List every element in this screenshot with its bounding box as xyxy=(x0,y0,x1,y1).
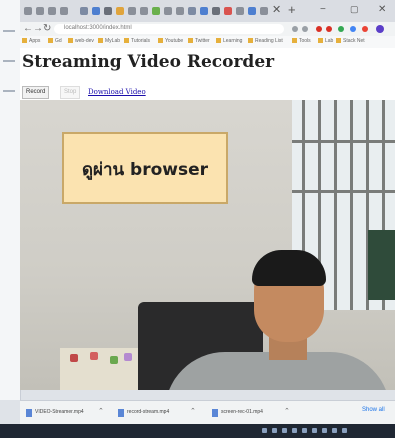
url-text: localhost:3000/index.html xyxy=(64,25,132,31)
tray-icon[interactable] xyxy=(342,428,347,433)
tray-icon[interactable] xyxy=(322,428,327,433)
download-item[interactable]: screen-rec-01.mp4 ⌃ xyxy=(212,407,292,419)
chevron-up-icon[interactable]: ⌃ xyxy=(98,407,104,415)
download-filename: record-stream.mp4 xyxy=(127,409,170,415)
stop-button[interactable]: Stop xyxy=(60,86,81,99)
tray-icon[interactable] xyxy=(282,428,287,433)
tab-favicon-icon[interactable] xyxy=(224,7,232,15)
extension-icon[interactable] xyxy=(350,26,356,32)
window-bar xyxy=(292,190,395,193)
tray-icon[interactable] xyxy=(272,428,277,433)
tab-favicon-icon[interactable] xyxy=(176,7,184,15)
window-maximize-icon[interactable]: ▢ xyxy=(350,4,359,15)
reload-icon[interactable]: ↻ xyxy=(43,22,51,36)
extension-icon[interactable] xyxy=(362,26,368,32)
extension-icon[interactable] xyxy=(292,26,298,32)
tray-icon[interactable] xyxy=(332,428,337,433)
url-input[interactable]: localhost:3000/index.html xyxy=(54,24,284,34)
shelf-item xyxy=(124,353,132,361)
tab-favicon-icon[interactable] xyxy=(152,7,160,15)
tab-favicon-icon[interactable] xyxy=(188,7,196,15)
bookmark-item[interactable]: Apps xyxy=(22,38,40,46)
tab-favicon-icon[interactable] xyxy=(140,7,148,15)
background-shelf xyxy=(60,348,138,390)
record-button[interactable]: Record xyxy=(22,86,50,99)
tab-favicon-icon[interactable] xyxy=(60,7,68,15)
page-title: Streaming Video Recorder xyxy=(22,52,275,72)
background-window-line xyxy=(3,60,15,62)
download-filename: screen-rec-01.mp4 xyxy=(221,409,263,415)
file-icon xyxy=(26,409,32,417)
bookmark-item[interactable]: Stack Net xyxy=(336,38,365,46)
background-plant xyxy=(368,230,395,300)
bookmark-item[interactable]: web-dev xyxy=(68,38,94,46)
tab-favicon-icon[interactable] xyxy=(80,7,88,15)
tab-favicon-icon[interactable] xyxy=(200,7,208,15)
download-item[interactable]: VIDEO-Streamer.mp4 ⌃ xyxy=(26,407,106,419)
file-icon xyxy=(118,409,124,417)
shelf-item xyxy=(70,354,78,362)
window-bar xyxy=(350,100,353,310)
bookmark-item[interactable]: Reading List xyxy=(248,38,283,46)
file-icon xyxy=(212,409,218,417)
tab-strip: ✕ + − ▢ ✕ xyxy=(20,0,395,22)
window-bar xyxy=(334,100,337,310)
extension-icon[interactable] xyxy=(326,26,332,32)
web-page: Streaming Video Recorder Record Stop Dow… xyxy=(20,48,395,390)
tab-favicon-icon[interactable] xyxy=(236,7,244,15)
address-bar-row: ← → ↻ localhost:3000/index.html xyxy=(20,22,395,36)
overlay-caption: ดูผ่าน browser xyxy=(81,160,209,180)
tab-favicon-icon[interactable] xyxy=(212,7,220,15)
bookmark-item[interactable]: Youtube xyxy=(158,38,183,46)
profile-avatar-icon[interactable] xyxy=(376,25,384,33)
bookmark-item[interactable]: Tools xyxy=(292,38,311,46)
download-item[interactable]: record-stream.mp4 ⌃ xyxy=(118,407,198,419)
tray-icon[interactable] xyxy=(262,428,267,433)
bookmark-item[interactable]: MyLab xyxy=(98,38,120,46)
background-window xyxy=(0,0,21,400)
shelf-item xyxy=(110,356,118,364)
tab-favicon-icon[interactable] xyxy=(248,7,256,15)
chevron-up-icon[interactable]: ⌃ xyxy=(190,407,196,415)
window-bar xyxy=(292,140,395,143)
downloads-bar: VIDEO-Streamer.mp4 ⌃ record-stream.mp4 ⌃… xyxy=(20,400,395,425)
tray-icon[interactable] xyxy=(302,428,307,433)
os-taskbar xyxy=(0,424,395,438)
background-window-line xyxy=(3,90,15,92)
tab-favicon-icon[interactable] xyxy=(260,7,268,15)
new-tab-icon[interactable]: + xyxy=(288,2,296,17)
bookmark-item[interactable]: Learning xyxy=(216,38,242,46)
tab-favicon-icon[interactable] xyxy=(24,7,32,15)
back-icon[interactable]: ← xyxy=(23,22,33,36)
bookmark-item[interactable]: Lab xyxy=(318,38,333,46)
window-minimize-icon[interactable]: − xyxy=(320,4,326,15)
bookmark-item[interactable]: Gd xyxy=(48,38,62,46)
extension-icon[interactable] xyxy=(302,26,308,32)
tab-favicon-icon[interactable] xyxy=(92,7,100,15)
bookmark-item[interactable]: Tutorials xyxy=(124,38,150,46)
tab-favicon-icon[interactable] xyxy=(48,7,56,15)
overlay-caption-box: ดูผ่าน browser xyxy=(62,132,228,204)
shelf-item xyxy=(90,352,98,360)
tab-favicon-icon[interactable] xyxy=(104,7,112,15)
extension-icon[interactable] xyxy=(338,26,344,32)
forward-icon[interactable]: → xyxy=(33,22,43,36)
close-tab-icon[interactable]: ✕ xyxy=(272,3,281,16)
chevron-up-icon[interactable]: ⌃ xyxy=(284,407,290,415)
window-close-icon[interactable]: ✕ xyxy=(378,4,386,15)
video-player[interactable]: ดูผ่าน browser xyxy=(20,100,395,390)
tray-icon[interactable] xyxy=(292,428,297,433)
background-window-line xyxy=(3,30,15,32)
download-filename: VIDEO-Streamer.mp4 xyxy=(35,409,84,415)
tab-favicon-icon[interactable] xyxy=(128,7,136,15)
show-all-downloads-button[interactable]: Show all xyxy=(362,407,385,413)
tray-icon[interactable] xyxy=(312,428,317,433)
tab-favicon-icon[interactable] xyxy=(36,7,44,15)
download-video-link[interactable]: Download Video xyxy=(88,86,146,98)
bookmark-item[interactable]: Twitter xyxy=(188,38,210,46)
extension-icon[interactable] xyxy=(316,26,322,32)
tab-favicon-icon[interactable] xyxy=(164,7,172,15)
tab-favicon-icon[interactable] xyxy=(116,7,124,15)
